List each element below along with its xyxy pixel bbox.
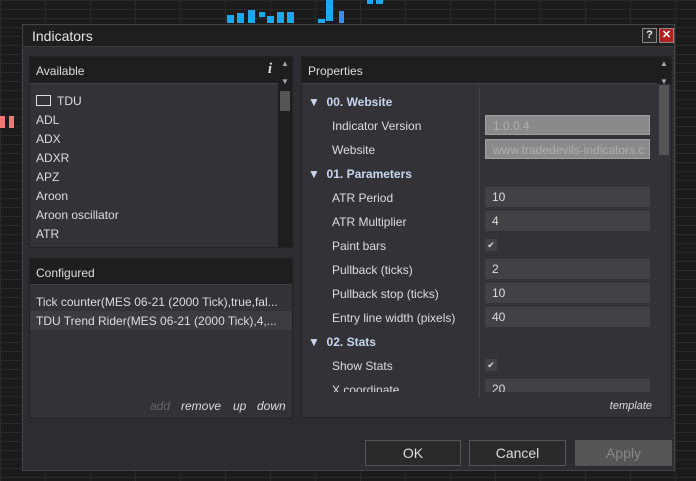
title-bar[interactable]: Indicators ? ✕ <box>23 25 674 47</box>
apply-button[interactable]: Apply <box>575 440 672 466</box>
available-header: Available <box>36 64 85 78</box>
available-scrollbar[interactable]: ▲ ▼ <box>278 57 292 247</box>
prop-label: Entry line width (pixels) <box>332 311 456 325</box>
dialog-title: Indicators <box>32 28 93 44</box>
configured-item[interactable]: Tick counter(MES 06-21 (2000 Tick),true,… <box>30 292 292 311</box>
prop-label: Pullback (ticks) <box>332 263 413 277</box>
pullback-stop-field[interactable]: 10 <box>485 283 650 303</box>
x-coordinate-field[interactable]: 20 <box>485 379 650 392</box>
available-item-tdu[interactable]: TDU <box>36 94 82 108</box>
properties-panel: Properties ▲ ▼ ▼ 00. Website Indicator Ve… <box>301 56 672 418</box>
up-link[interactable]: up <box>233 399 246 413</box>
paint-bars-checkbox[interactable]: ✔ <box>485 239 497 251</box>
prop-label: ATR Period <box>332 191 394 205</box>
atr-period-field[interactable]: 10 <box>485 187 650 207</box>
section-stats[interactable]: ▼ 02. Stats <box>308 335 376 349</box>
configured-panel: Configured Tick counter(MES 06-21 (2000 … <box>29 258 293 419</box>
prop-label: X coordinate <box>332 383 400 392</box>
prop-label: Website <box>332 143 376 157</box>
prop-label: Indicator Version <box>332 119 422 133</box>
ok-button[interactable]: OK <box>365 440 461 466</box>
down-link[interactable]: down <box>257 399 286 413</box>
entry-line-width-field[interactable]: 40 <box>485 307 650 327</box>
available-item[interactable]: APZ <box>36 170 59 184</box>
configured-item-selected[interactable]: TDU Trend Rider(MES 06-21 (2000 Tick),4,… <box>30 311 292 330</box>
indicator-version-field: 1.0.0.4 <box>485 115 650 135</box>
available-item[interactable]: ADXR <box>36 151 69 165</box>
properties-scrollbar[interactable]: ▲ ▼ <box>657 57 671 86</box>
item-label: TDU <box>57 94 82 108</box>
info-icon[interactable]: i <box>268 61 272 78</box>
cancel-button[interactable]: Cancel <box>469 440 566 466</box>
available-item[interactable]: ATR <box>36 227 59 241</box>
available-item[interactable]: Aroon <box>36 189 68 203</box>
website-field: www.tradedevils-indicators.c <box>485 139 650 159</box>
show-stats-checkbox[interactable]: ✔ <box>485 359 497 371</box>
available-panel: Available i ▲ ▼ TDU ADL ADX ADXR APZ Aroo… <box>29 56 293 248</box>
configured-header: Configured <box>36 266 95 280</box>
remove-link[interactable]: remove <box>181 399 221 413</box>
pullback-field[interactable]: 2 <box>485 259 650 279</box>
properties-scroll-thumb[interactable] <box>659 85 669 155</box>
add-link[interactable]: add <box>150 399 170 413</box>
prop-label: Show Stats <box>332 359 393 373</box>
available-item[interactable]: Aroon oscillator <box>36 208 119 222</box>
folder-icon <box>36 95 51 106</box>
prop-label: Paint bars <box>332 239 387 253</box>
prop-label: Pullback stop (ticks) <box>332 287 439 301</box>
atr-multiplier-field[interactable]: 4 <box>485 211 650 231</box>
help-button[interactable]: ? <box>642 28 657 43</box>
section-parameters[interactable]: ▼ 01. Parameters <box>308 167 412 181</box>
available-item[interactable]: ADL <box>36 113 59 127</box>
close-button[interactable]: ✕ <box>659 28 674 43</box>
indicators-dialog: Indicators ? ✕ Available i ▲ ▼ TDU ADL AD… <box>22 24 675 471</box>
section-website[interactable]: ▼ 00. Website <box>308 95 392 109</box>
template-link[interactable]: template <box>610 400 652 412</box>
available-item[interactable]: ADX <box>36 132 61 146</box>
prop-label: ATR Multiplier <box>332 215 407 229</box>
